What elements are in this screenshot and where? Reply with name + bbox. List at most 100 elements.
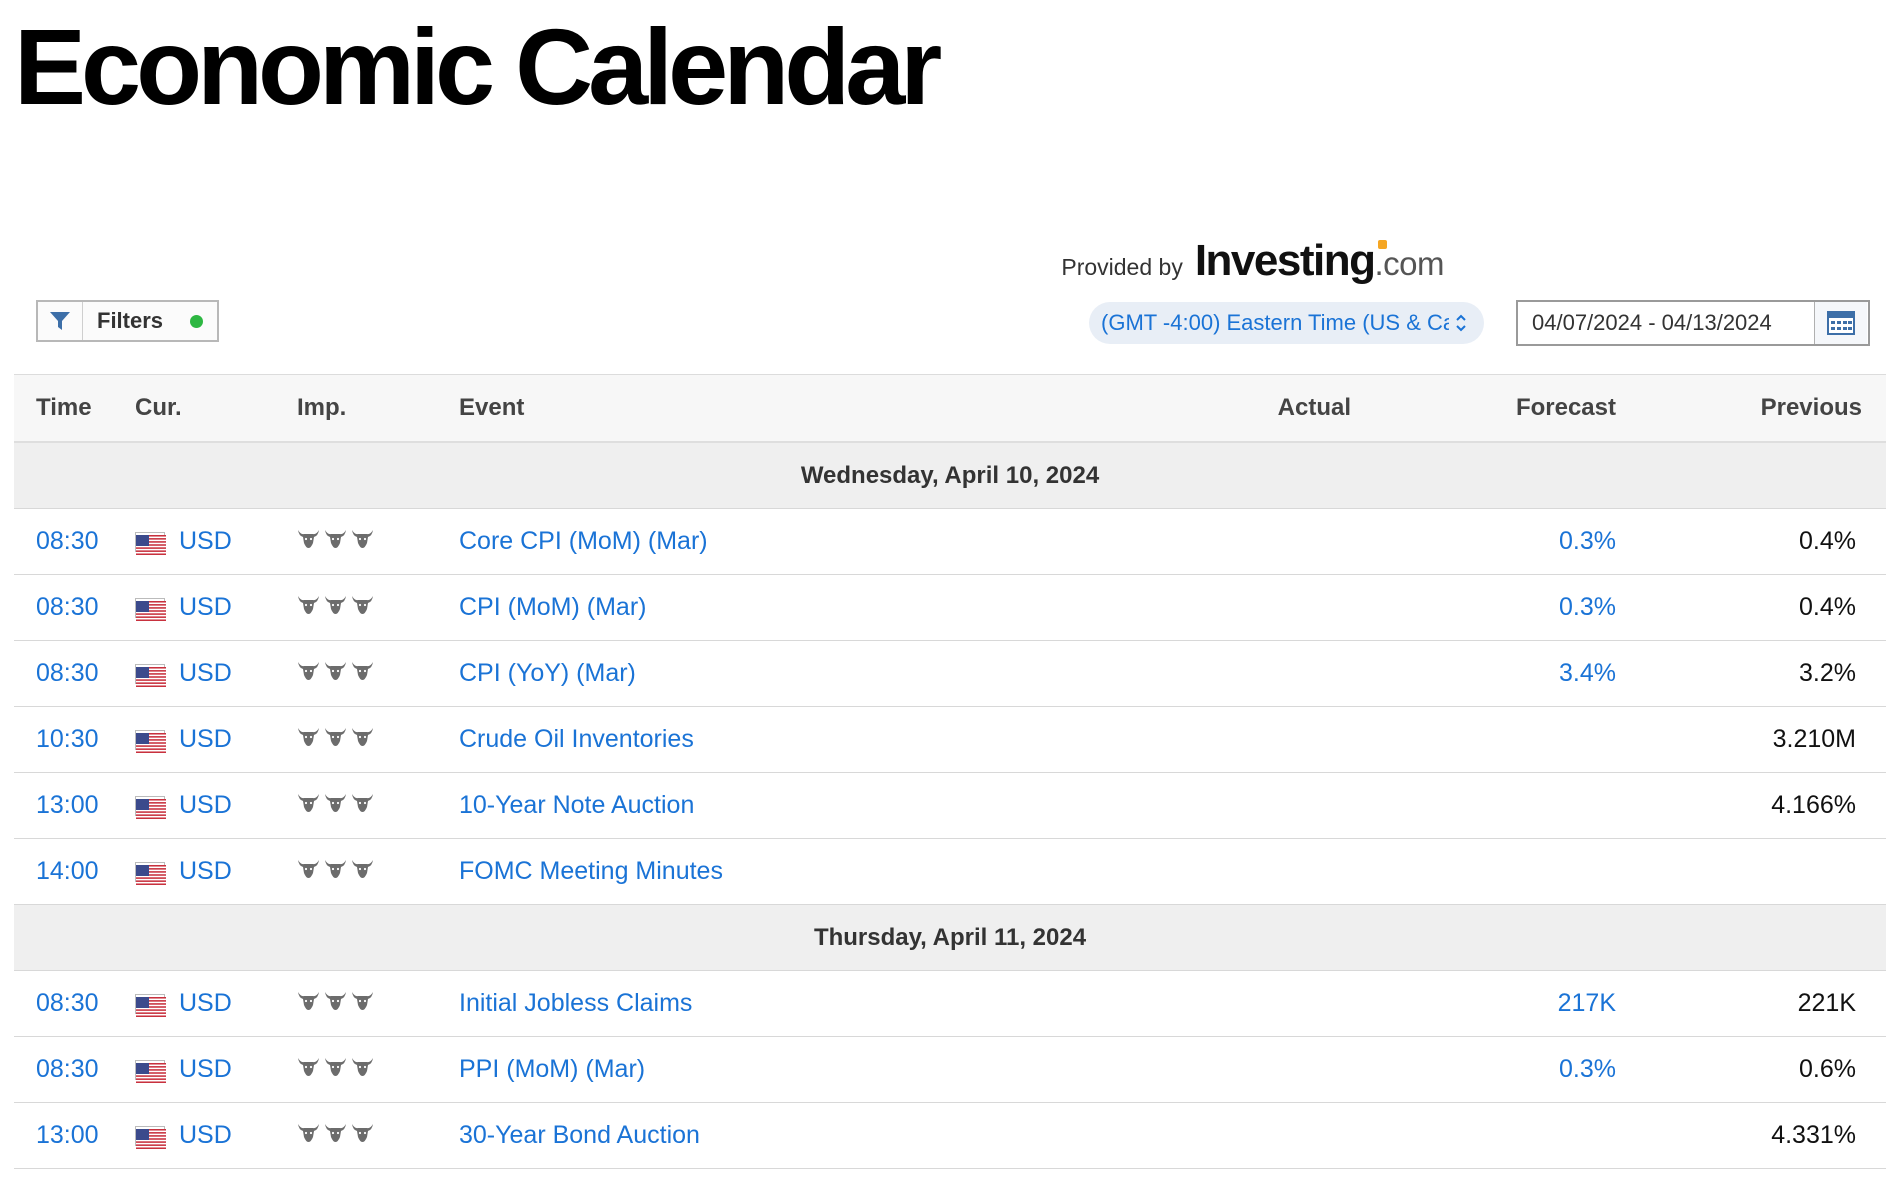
- bull-head-icon: [351, 659, 374, 688]
- column-header-time[interactable]: Time: [14, 374, 135, 443]
- event-currency-cell: USD: [135, 574, 297, 641]
- event-previous: 3.210M: [1616, 706, 1886, 773]
- event-previous: [1616, 838, 1886, 905]
- event-forecast[interactable]: 0.3%: [1351, 574, 1616, 641]
- event-forecast[interactable]: 0.3%: [1351, 1036, 1616, 1103]
- event-forecast[interactable]: [1351, 1102, 1616, 1169]
- event-time[interactable]: 13:00: [14, 772, 135, 839]
- bull-head-icon: [324, 593, 347, 622]
- day-label: Thursday, April 11, 2024: [14, 904, 1886, 971]
- event-row[interactable]: 10:30 USD Crude Oil Inventories 3.210M: [14, 706, 1886, 773]
- bull-head-icon: [351, 791, 374, 820]
- event-time[interactable]: 08:30: [14, 508, 135, 575]
- event-forecast[interactable]: 217K: [1351, 970, 1616, 1037]
- event-actual: [1241, 1102, 1351, 1169]
- event-actual: [1241, 772, 1351, 839]
- event-importance: [297, 640, 459, 707]
- event-row[interactable]: 08:30 USD Initial Jobless Claims 217K 221K: [14, 970, 1886, 1037]
- event-row[interactable]: 08:30 USD CPI (YoY) (Mar) 3.4% 3.2%: [14, 640, 1886, 707]
- event-row[interactable]: 13:00 USD 10-Year Note Auction 4.166%: [14, 772, 1886, 839]
- bull-head-icon: [297, 527, 320, 556]
- event-title[interactable]: FOMC Meeting Minutes: [459, 838, 1241, 905]
- event-title[interactable]: Crude Oil Inventories: [459, 706, 1241, 773]
- event-time[interactable]: 08:30: [14, 574, 135, 641]
- chevron-updown-icon: [1455, 313, 1467, 333]
- event-currency[interactable]: USD: [179, 857, 232, 886]
- event-time[interactable]: 13:00: [14, 1102, 135, 1169]
- event-forecast[interactable]: 3.4%: [1351, 640, 1616, 707]
- event-importance: [297, 574, 459, 641]
- event-currency[interactable]: USD: [179, 593, 232, 622]
- event-time[interactable]: 14:00: [14, 838, 135, 905]
- filter-funnel-icon: [38, 302, 83, 340]
- event-time[interactable]: 08:30: [14, 1036, 135, 1103]
- bull-head-icon: [324, 791, 347, 820]
- calendar-icon[interactable]: [1814, 302, 1867, 344]
- event-previous: 0.4%: [1616, 574, 1886, 641]
- bull-head-icon: [297, 593, 320, 622]
- event-currency[interactable]: USD: [179, 659, 232, 688]
- bull-head-icon: [324, 527, 347, 556]
- event-title[interactable]: 10-Year Note Auction: [459, 772, 1241, 839]
- event-actual: [1241, 508, 1351, 575]
- event-row[interactable]: 08:30 USD PPI (MoM) (Mar) 0.3% 0.6%: [14, 1036, 1886, 1103]
- event-currency-cell: USD: [135, 1036, 297, 1103]
- timezone-value: (GMT -4:00) Eastern Time (US & Canada): [1101, 310, 1449, 335]
- event-actual: [1241, 838, 1351, 905]
- event-previous: 3.2%: [1616, 640, 1886, 707]
- column-header-event[interactable]: Event: [459, 374, 1241, 443]
- bull-head-icon: [351, 593, 374, 622]
- event-forecast[interactable]: 0.3%: [1351, 508, 1616, 575]
- event-title[interactable]: 30-Year Bond Auction: [459, 1102, 1241, 1169]
- page-title: Economic Calendar: [14, 6, 942, 127]
- event-currency-cell: USD: [135, 772, 297, 839]
- us-flag-icon: [135, 993, 166, 1017]
- event-forecast[interactable]: [1351, 772, 1616, 839]
- event-title[interactable]: Core CPI (MoM) (Mar): [459, 508, 1241, 575]
- event-currency[interactable]: USD: [179, 989, 232, 1018]
- event-forecast[interactable]: [1351, 838, 1616, 905]
- bull-head-icon: [297, 857, 320, 886]
- event-currency[interactable]: USD: [179, 791, 232, 820]
- us-flag-icon: [135, 795, 166, 819]
- bull-head-icon: [324, 1121, 347, 1150]
- event-currency[interactable]: USD: [179, 1121, 232, 1150]
- column-header-currency[interactable]: Cur.: [135, 374, 297, 443]
- event-row[interactable]: 14:00 USD FOMC Meeting Minutes: [14, 838, 1886, 905]
- bull-head-icon: [297, 989, 320, 1018]
- column-header-previous[interactable]: Previous: [1616, 374, 1886, 443]
- date-range-picker[interactable]: 04/07/2024 - 04/13/2024: [1516, 300, 1870, 346]
- event-time[interactable]: 10:30: [14, 706, 135, 773]
- event-row[interactable]: 08:30 USD Core CPI (MoM) (Mar) 0.3% 0.4%: [14, 508, 1886, 575]
- event-currency-cell: USD: [135, 1102, 297, 1169]
- event-row[interactable]: 08:30 USD CPI (MoM) (Mar) 0.3% 0.4%: [14, 574, 1886, 641]
- provider-attribution: Provided by Investing.com: [1061, 236, 1444, 286]
- event-title[interactable]: CPI (MoM) (Mar): [459, 574, 1241, 641]
- investing-logo[interactable]: Investing.com: [1195, 236, 1445, 286]
- event-title[interactable]: Initial Jobless Claims: [459, 970, 1241, 1037]
- event-previous: 0.6%: [1616, 1036, 1886, 1103]
- event-forecast[interactable]: [1351, 706, 1616, 773]
- event-time[interactable]: 08:30: [14, 640, 135, 707]
- filters-button[interactable]: Filters: [36, 300, 219, 342]
- bull-head-icon: [297, 725, 320, 754]
- column-header-actual[interactable]: Actual: [1241, 374, 1351, 443]
- event-time[interactable]: 08:30: [14, 970, 135, 1037]
- event-title[interactable]: CPI (YoY) (Mar): [459, 640, 1241, 707]
- event-currency[interactable]: USD: [179, 725, 232, 754]
- bull-head-icon: [351, 989, 374, 1018]
- column-header-forecast[interactable]: Forecast: [1351, 374, 1616, 443]
- event-currency[interactable]: USD: [179, 527, 232, 556]
- event-currency-cell: USD: [135, 838, 297, 905]
- timezone-select[interactable]: (GMT -4:00) Eastern Time (US & Canada): [1089, 302, 1484, 344]
- column-header-importance[interactable]: Imp.: [297, 374, 459, 443]
- bull-head-icon: [297, 1055, 320, 1084]
- bull-head-icon: [297, 1121, 320, 1150]
- bull-head-icon: [351, 1055, 374, 1084]
- date-range-value: 04/07/2024 - 04/13/2024: [1532, 310, 1772, 335]
- us-flag-icon: [135, 1125, 166, 1149]
- event-title[interactable]: PPI (MoM) (Mar): [459, 1036, 1241, 1103]
- event-row[interactable]: 13:00 USD 30-Year Bond Auction 4.331%: [14, 1102, 1886, 1169]
- day-group-row: Wednesday, April 10, 2024: [14, 442, 1886, 509]
- event-currency[interactable]: USD: [179, 1055, 232, 1084]
